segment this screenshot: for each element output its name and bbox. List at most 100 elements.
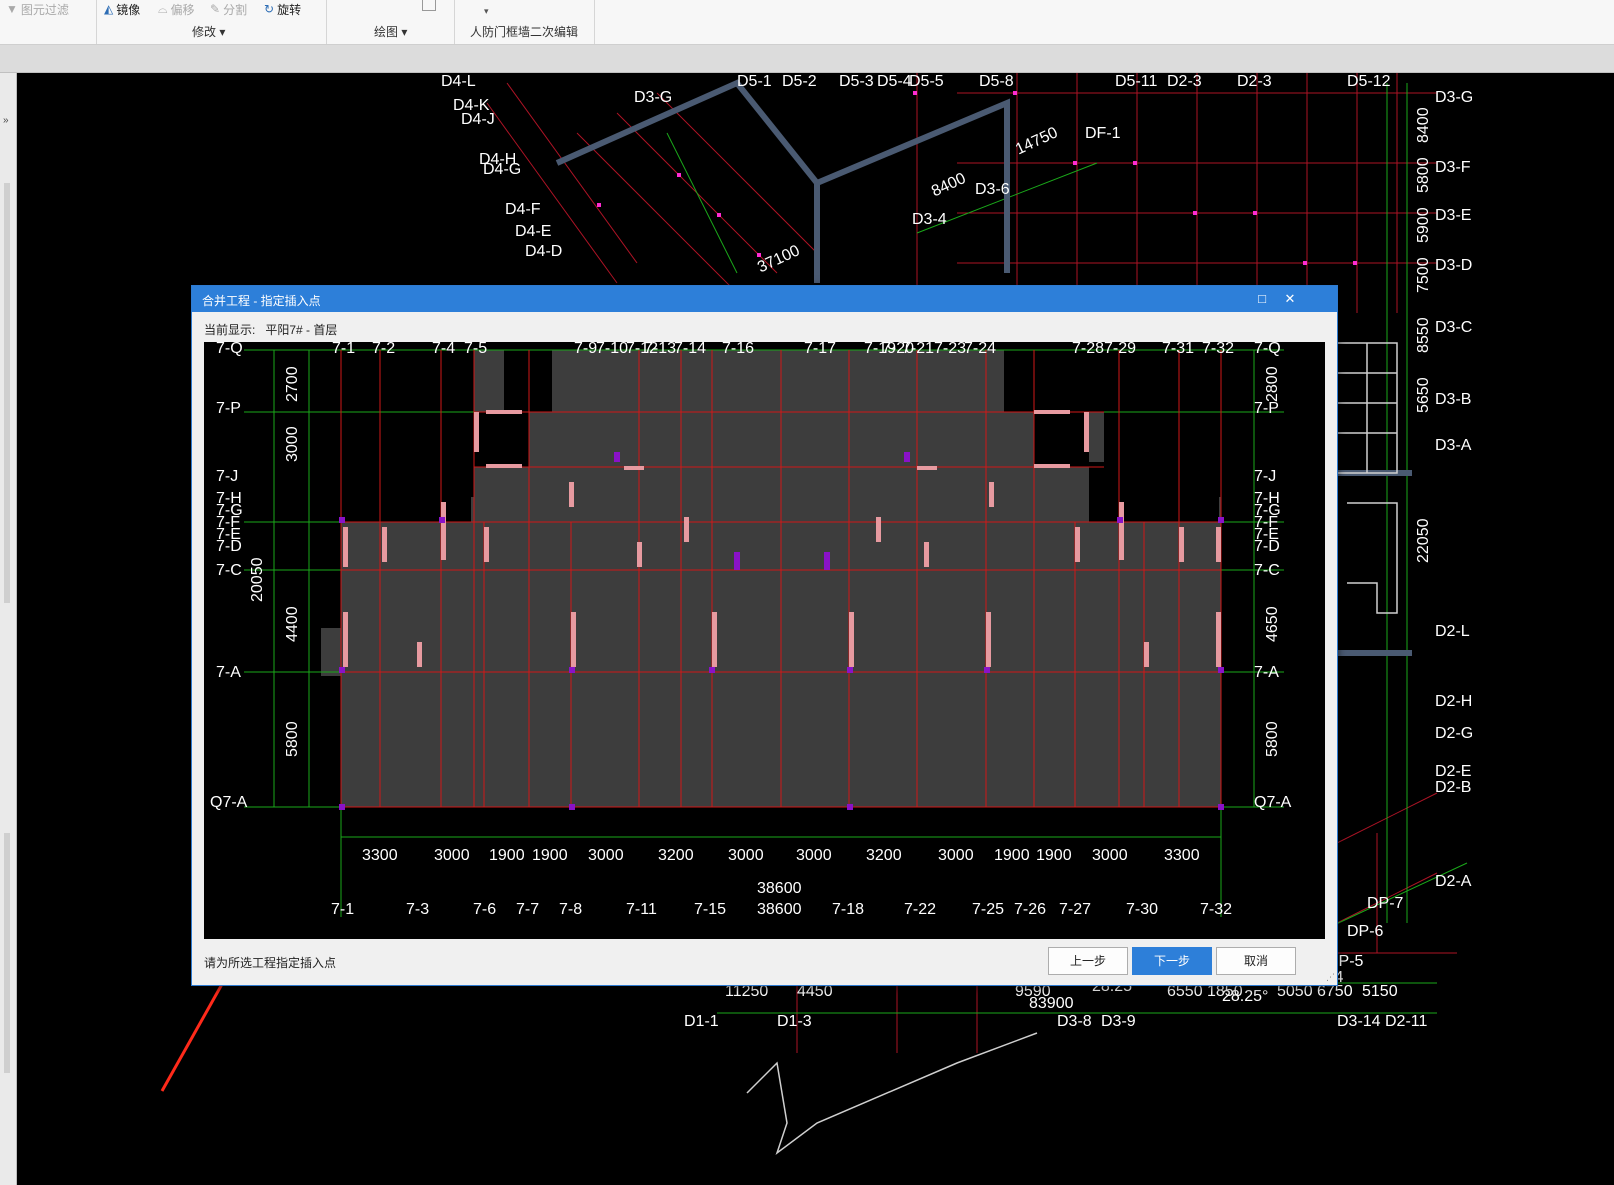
prev-button[interactable]: 上一步	[1048, 947, 1128, 975]
ribbon-group-select: ▼ 图元过滤	[0, 0, 97, 44]
bg-axis-label: D2-3	[1237, 73, 1272, 90]
bg-right-dimension: 8400	[1415, 107, 1432, 143]
top-axis-label: 7-29	[1104, 342, 1137, 357]
bg-bottom-label: D3-8	[1057, 1013, 1092, 1030]
bottom-axis-label: 7-22	[904, 901, 937, 918]
bg-right-axis-label: D3-E	[1435, 207, 1472, 224]
bottom-dimension: 3300	[1164, 847, 1200, 864]
top-axis-label: 7-16	[722, 342, 755, 357]
close-icon[interactable]: ✕	[1280, 289, 1300, 309]
bg-axis-label: D4-G	[483, 161, 522, 178]
bg-right-axis-label: D3-G	[1435, 89, 1474, 106]
top-axis-label: 7-5	[464, 342, 488, 357]
bg-right-axis-label: D2-G	[1435, 725, 1474, 742]
split-button[interactable]: ✎ 分割	[210, 0, 247, 18]
bottom-axis-label: 7-15	[694, 901, 727, 918]
rectangle-draw-icon[interactable]	[422, 0, 436, 11]
bg-right-axis-label: D2-A	[1435, 873, 1472, 890]
bg-bottom-dimension: 5150	[1362, 983, 1398, 1000]
bottom-dimension: 3200	[866, 847, 902, 864]
row-axis-label-right: 7-J	[1254, 468, 1277, 485]
bg-right-axis-label: DP-7	[1367, 895, 1404, 912]
bg-axis-label: D4-E	[515, 223, 552, 240]
bg-right-dimension: 5900	[1415, 207, 1432, 243]
bottom-dimension: 3000	[796, 847, 832, 864]
total-dimension-2: 38600	[757, 901, 802, 918]
draw-group-label[interactable]: 绘图 ▾	[374, 23, 407, 40]
bottom-dimension: 1900	[994, 847, 1030, 864]
bg-right-axis-label: D3-D	[1435, 257, 1473, 274]
bottom-dimension: 3300	[362, 847, 398, 864]
row-axis-label-right: Q7-A	[1254, 794, 1292, 811]
mirror-icon: ◭	[104, 2, 114, 16]
current-display-label: 当前显示:	[204, 323, 256, 337]
bg-axis-label: D4-L	[441, 73, 476, 90]
total-dimension: 38600	[757, 880, 802, 897]
bg-axis-label: D5-11	[1115, 73, 1158, 90]
bg-right-dimension: 8550	[1415, 317, 1432, 353]
bg-axis-label: D3-G	[634, 89, 673, 106]
side-scrollbar[interactable]	[4, 183, 10, 603]
row-axis-label: 7-P	[216, 400, 241, 417]
top-axis-label: 7-1	[332, 342, 356, 357]
row-axis-label-right: 7-A	[1254, 664, 1279, 681]
bottom-axis-label: 7-3	[406, 901, 430, 918]
rotate-button[interactable]: ↻ 旋转	[264, 0, 301, 18]
merge-project-dialog: 合并工程 - 指定插入点 □ ✕ 当前显示: 平阳7# - 首层 7-Q 7-1…	[191, 285, 1338, 986]
next-button[interactable]: 下一步	[1132, 947, 1212, 975]
top-axis-label: 7-2	[372, 342, 396, 357]
top-axis-label: 7-10	[596, 342, 629, 357]
bg-mid-label: DF-1	[1085, 125, 1121, 142]
top-axis-label: 7-14	[674, 342, 707, 357]
dialog-hint: 请为所选工程指定插入点	[204, 956, 337, 970]
bottom-dimension: 1900	[489, 847, 525, 864]
left-dimension: 3000	[284, 426, 301, 462]
dialog-title: 合并工程 - 指定插入点	[202, 294, 321, 308]
row-axis-label-right: 7-D	[1254, 538, 1280, 555]
bg-right-dimension: 22050	[1415, 518, 1432, 564]
bottom-dimension: 3000	[1092, 847, 1128, 864]
left-dimension: 2700	[284, 366, 301, 402]
bg-axis-label: D4-J	[461, 111, 495, 128]
civil-group-label[interactable]: 人防门框墙二次编辑	[470, 23, 578, 40]
bg-bottom-label: D1-3	[777, 1013, 812, 1030]
top-axis-label: 7-13	[644, 342, 677, 357]
top-axis-label: 7-9	[574, 342, 598, 357]
bg-right-axis-label: D2-B	[1435, 779, 1472, 796]
left-dimension: 4400	[284, 606, 301, 642]
bg-right-axis-label: D2-H	[1435, 693, 1473, 710]
ribbon-group-draw: 绘图 ▾	[326, 0, 455, 44]
bg-axis-label: D5-5	[909, 73, 944, 90]
bg-right-dimension: 5800	[1415, 157, 1432, 193]
bg-axis-label: D5-1	[737, 73, 772, 90]
bg-right-axis-label: D3-C	[1435, 319, 1473, 336]
top-axis-label: 7-32	[1202, 342, 1235, 357]
top-axis-label: 7-21	[902, 342, 935, 357]
bg-axis-label: D5-12	[1347, 73, 1391, 90]
row-axis-label: 7-C	[216, 562, 242, 579]
bottom-axis-label: 7-25	[972, 901, 1005, 918]
top-axis-label: 7-23	[934, 342, 967, 357]
left-dimension: 5800	[284, 721, 301, 757]
bottom-axis-label: 7-18	[832, 901, 865, 918]
bottom-dimension: 3000	[728, 847, 764, 864]
dialog-titlebar: 合并工程 - 指定插入点 □ ✕	[192, 286, 1337, 312]
bg-right-dimension: 7500	[1415, 257, 1432, 293]
row-axis-label-right: 7-P	[1254, 400, 1279, 417]
dropdown-arrow-icon[interactable]: ▾	[484, 6, 489, 17]
left-dimension: 20050	[249, 557, 266, 603]
modify-group-label[interactable]: 修改 ▾	[192, 23, 225, 40]
top-axis-label: 7-17	[804, 342, 837, 357]
resize-grip-icon[interactable]: ⋰	[1326, 972, 1335, 983]
maximize-icon[interactable]: □	[1252, 289, 1272, 309]
bg-right-dimension: 5650	[1415, 377, 1432, 413]
bottom-axis-label: 7-7	[516, 901, 540, 918]
filter-button[interactable]: ▼ 图元过滤	[6, 0, 69, 18]
mirror-button[interactable]: ◭ 镜像	[104, 0, 140, 18]
side-scrollbar-lower[interactable]	[4, 833, 10, 1073]
offset-button[interactable]: ⌓ 偏移	[158, 0, 195, 18]
bg-right-axis-label: D3-B	[1435, 391, 1472, 408]
cancel-button[interactable]: 取消	[1216, 947, 1296, 975]
floor-plan-preview[interactable]: 7-Q 7-1 7-2 7-4 7-5 7-9 7-10 7-12 7-13 7-14 7-16 7-…	[204, 342, 1325, 939]
collapse-arrow-icon[interactable]: »	[3, 115, 9, 126]
